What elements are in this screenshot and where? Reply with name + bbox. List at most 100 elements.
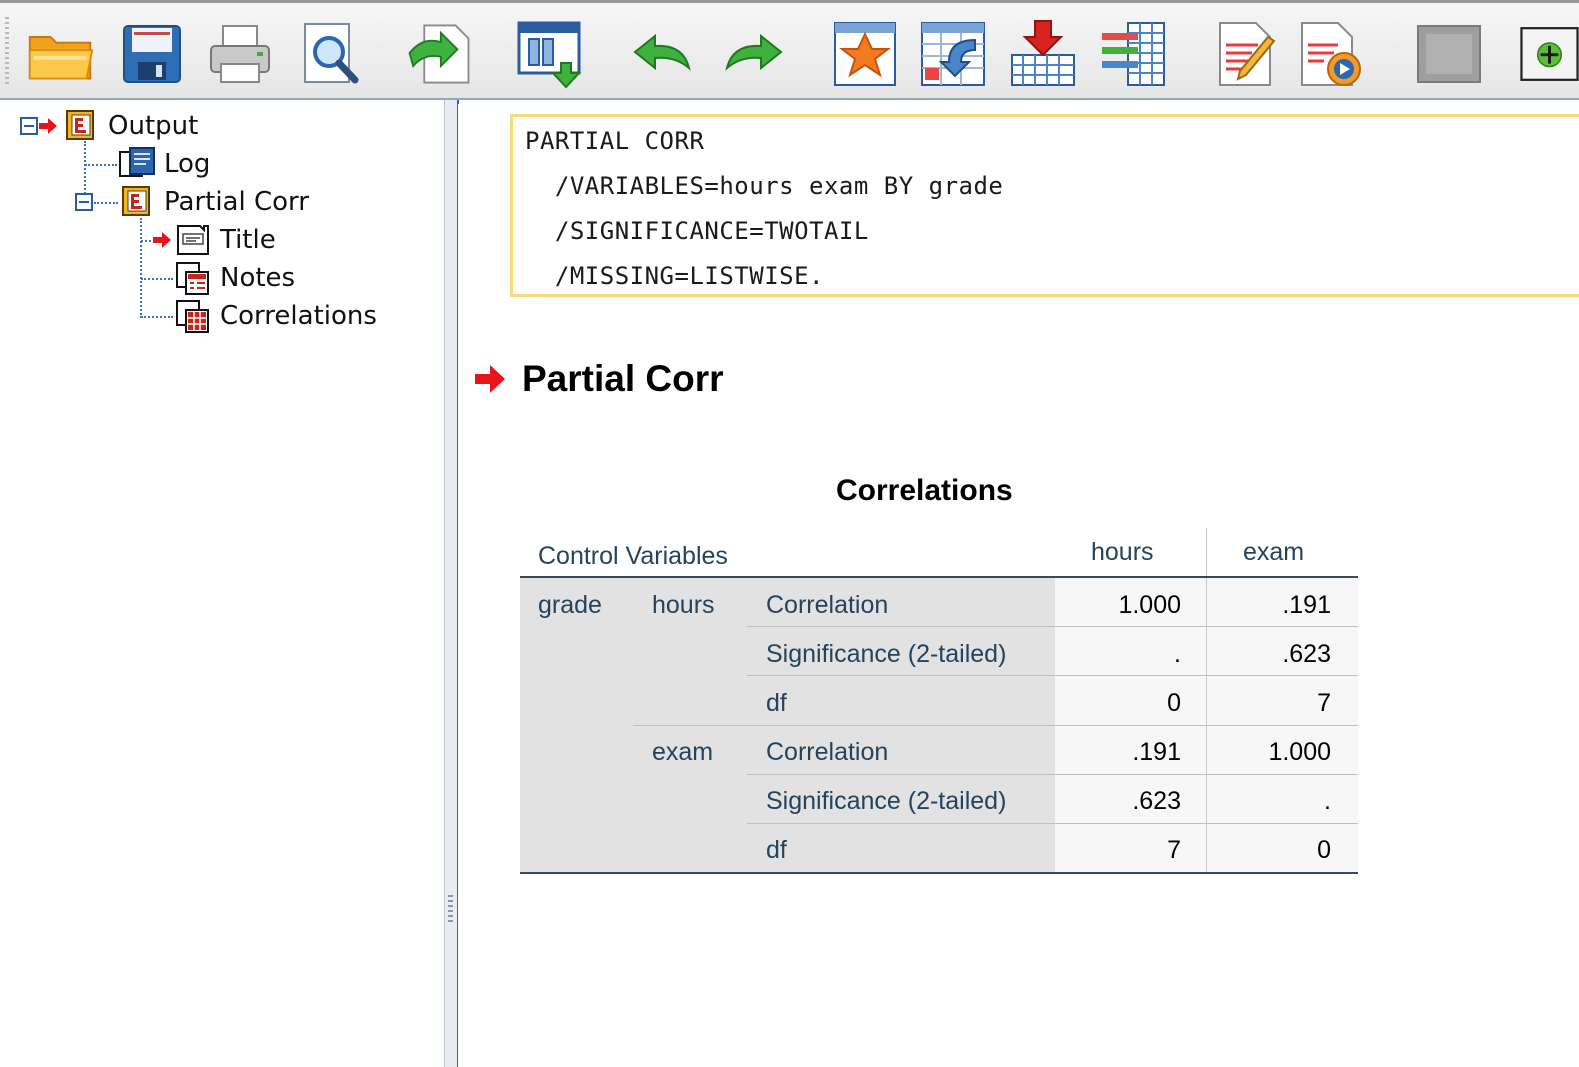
- add-icon: [1520, 27, 1579, 81]
- footer-rule: [520, 872, 1358, 874]
- title-icon: [177, 225, 209, 255]
- table-cell: 7: [1167, 836, 1181, 864]
- row-rule: [633, 725, 1358, 726]
- syntax-line: /MISSING=LISTWISE.: [525, 262, 824, 290]
- tree-item-output[interactable]: Output: [108, 111, 198, 141]
- row-stat-label: df: [766, 689, 787, 717]
- outline-tree: Output Log Partial Corr Title Notes Corr…: [0, 100, 445, 1067]
- recall-dialog-button[interactable]: [515, 17, 585, 91]
- row-stat-label: Significance (2-tailed): [766, 640, 1007, 668]
- tree-item-notes[interactable]: Notes: [220, 263, 295, 293]
- toolbar: [0, 0, 1579, 100]
- export-button[interactable]: [404, 17, 474, 91]
- disabled-button: [1414, 17, 1484, 91]
- syntax-line: /VARIABLES=hours exam BY grade: [525, 172, 1004, 200]
- recall-dialog-icon: [517, 21, 582, 89]
- open-button[interactable]: [26, 17, 96, 91]
- current-item-arrow-icon: [475, 365, 505, 393]
- output-viewer: PARTIAL CORR /VARIABLES=hours exam BY gr…: [458, 104, 1579, 1067]
- table-cell: .: [1174, 640, 1181, 668]
- tree-connector: [94, 202, 118, 204]
- collapse-icon[interactable]: [20, 117, 38, 135]
- tree-connector: [85, 164, 117, 166]
- row-rule: [747, 626, 1358, 627]
- section-title[interactable]: Partial Corr: [522, 358, 724, 400]
- collapse-icon[interactable]: [75, 193, 93, 211]
- row-stat-label: Correlation: [766, 591, 889, 619]
- table-cell: 7: [1317, 689, 1331, 717]
- header-hours: hours: [1091, 538, 1154, 566]
- disabled-icon: [1417, 25, 1481, 83]
- table-cell: .623: [1282, 640, 1331, 668]
- row-stat-label: Correlation: [766, 738, 889, 766]
- table-cell: 0: [1317, 836, 1331, 864]
- row-variable-label: hours: [652, 591, 715, 619]
- print-button[interactable]: [205, 17, 275, 91]
- open-icon: [28, 36, 94, 80]
- row-stat-label: Significance (2-tailed): [766, 787, 1007, 815]
- splitter-grip[interactable]: [448, 895, 453, 925]
- insert-case-icon: [1011, 20, 1075, 86]
- row-rule: [747, 675, 1358, 676]
- goto-case-button[interactable]: [918, 17, 988, 91]
- undo-button[interactable]: [628, 17, 698, 91]
- table-cell: .: [1324, 787, 1331, 815]
- tree-connector: [141, 316, 173, 318]
- row-variable-label: exam: [652, 738, 714, 766]
- row-stat-label: df: [766, 836, 787, 864]
- table-title: Correlations: [836, 474, 1013, 507]
- export-icon: [408, 24, 470, 84]
- pane-splitter[interactable]: [444, 100, 459, 1067]
- tree-connector: [84, 141, 86, 201]
- tree-connector: [141, 278, 173, 280]
- tree-connector: [140, 218, 142, 318]
- syntax-line: PARTIAL CORR: [525, 127, 705, 155]
- edit-output-button[interactable]: [1212, 17, 1282, 91]
- tree-item-correlations[interactable]: Correlations: [220, 301, 377, 331]
- tree-connector: [141, 240, 151, 242]
- tree-item-log[interactable]: Log: [164, 149, 210, 179]
- add-button[interactable]: [1508, 17, 1579, 91]
- variables-button[interactable]: [1098, 17, 1168, 91]
- pivot-table-icon: [176, 300, 209, 333]
- table-cell: .623: [1132, 787, 1181, 815]
- row-rule: [747, 823, 1358, 824]
- syntax-line: /SIGNIFICANCE=TWOTAIL: [525, 217, 869, 245]
- print-preview-button[interactable]: [296, 17, 366, 91]
- toolbar-grip[interactable]: [5, 17, 9, 85]
- partial-corr-book-icon: [122, 186, 150, 216]
- tree-item-partial-corr[interactable]: Partial Corr: [164, 187, 309, 217]
- log-icon: [119, 147, 155, 177]
- header-exam: exam: [1243, 538, 1305, 566]
- tree-item-title[interactable]: Title: [220, 225, 276, 255]
- edit-output-icon: [1219, 22, 1276, 86]
- table-cell: 1.000: [1268, 738, 1331, 766]
- current-item-arrow-icon: [153, 232, 171, 248]
- syntax-log-block[interactable]: PARTIAL CORR /VARIABLES=hours exam BY gr…: [510, 114, 1579, 297]
- control-variable-label: grade: [538, 591, 602, 619]
- run-script-button[interactable]: [1296, 17, 1366, 91]
- variables-icon: [1102, 22, 1165, 86]
- print-preview-icon: [304, 23, 359, 84]
- redo-icon: [725, 33, 783, 71]
- redo-button[interactable]: [718, 17, 788, 91]
- table-cell: .191: [1282, 591, 1331, 619]
- goto-data-icon: [834, 22, 896, 86]
- row-rule: [747, 774, 1358, 775]
- table-cell: 0: [1167, 689, 1181, 717]
- correlations-table[interactable]: Control Variables hours exam grade hours…: [520, 528, 1360, 878]
- current-item-arrow-icon: [39, 118, 57, 134]
- notes-icon: [176, 262, 209, 295]
- run-script-icon: [1301, 22, 1361, 86]
- goto-data-button[interactable]: [830, 17, 900, 91]
- save-icon: [123, 25, 181, 83]
- table-cell: .191: [1132, 738, 1181, 766]
- undo-icon: [633, 33, 691, 71]
- print-icon: [210, 25, 270, 83]
- insert-case-button[interactable]: [1008, 17, 1078, 91]
- output-book-icon: [66, 110, 94, 140]
- row-label-area: [520, 578, 1055, 874]
- header-rule: [520, 576, 1358, 578]
- save-button[interactable]: [117, 17, 187, 91]
- header-control-variables: Control Variables: [538, 542, 728, 570]
